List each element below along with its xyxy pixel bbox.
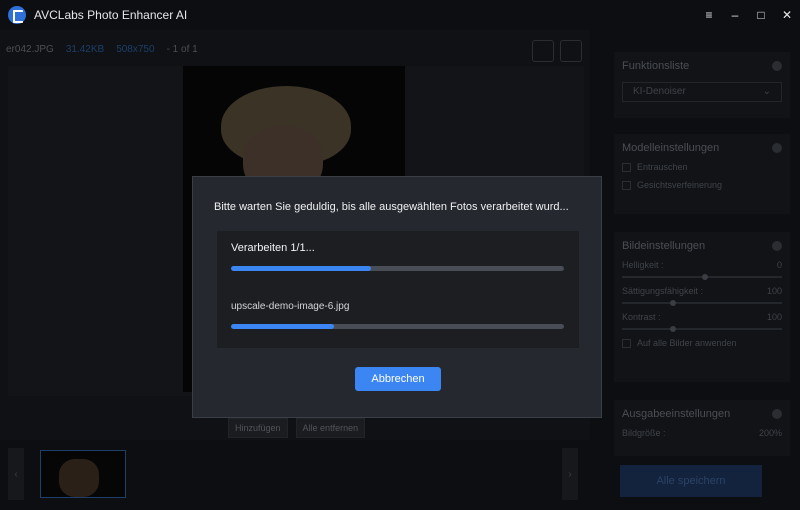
slider-knob[interactable] — [702, 274, 708, 280]
image-dimensions: 508x750 — [116, 44, 155, 55]
chevron-right-icon[interactable]: › — [562, 448, 578, 500]
crop-icon[interactable] — [532, 40, 554, 62]
cancel-button[interactable]: Abbrechen — [355, 367, 441, 391]
add-button[interactable]: Hinzufügen — [228, 418, 288, 438]
file-name-label: upscale-demo-image-6.jpg — [231, 301, 350, 312]
size-value[interactable]: 200% — [759, 428, 782, 438]
model-dropdown[interactable]: KI-Denoiser ⌄ — [622, 82, 782, 102]
brightness-value: 0 — [776, 260, 782, 270]
window-controls: ≡ – □ ✕ — [696, 0, 800, 30]
image-settings-panel: Bildeinstellungen Helligkeit : 0 Sättigu… — [614, 232, 790, 382]
dialog-title: Bitte warten Sie geduldig, bis alle ausg… — [214, 201, 569, 213]
chevron-left-icon[interactable]: ‹ — [8, 448, 24, 500]
model-settings-title: Modelleinstellungen — [622, 142, 720, 154]
function-list-panel: Funktionsliste KI-Denoiser ⌄ — [614, 52, 790, 118]
help-icon[interactable] — [772, 61, 782, 71]
help-icon[interactable] — [772, 409, 782, 419]
file-progress-bar — [231, 324, 564, 329]
thumbnail-strip: ‹ › — [0, 440, 590, 510]
chevron-down-icon: ⌄ — [762, 86, 771, 97]
contrast-slider[interactable] — [622, 326, 782, 332]
contrast-label: Kontrast : — [622, 312, 661, 322]
help-icon[interactable] — [772, 241, 782, 251]
app-title: AVCLabs Photo Enhancer AI — [34, 8, 188, 22]
slider-knob[interactable] — [670, 300, 676, 306]
processing-dialog: Bitte warten Sie geduldig, bis alle ausg… — [192, 176, 602, 418]
overall-progress-fill — [231, 266, 371, 271]
output-settings-panel: Ausgabeeinstellungen Bildgröße : 200% — [614, 400, 790, 456]
minimize-icon[interactable]: – — [722, 0, 748, 30]
remove-all-button[interactable]: Alle entfernen — [295, 418, 366, 438]
image-settings-title: Bildeinstellungen — [622, 240, 706, 252]
image-filesize: 31.42KB — [65, 44, 105, 55]
saturation-value: 100 — [766, 286, 782, 296]
menu-icon[interactable]: ≡ — [696, 0, 722, 30]
slider-knob[interactable] — [670, 326, 676, 332]
view-icons — [532, 40, 582, 62]
brightness-row: Helligkeit : 0 — [622, 260, 782, 270]
apply-all-label: Auf alle Bilder anwenden — [637, 338, 737, 348]
overall-progress-bar — [231, 266, 564, 271]
saturation-row: Sättigungsfähigkeit : 100 — [622, 286, 782, 296]
contrast-value: 100 — [766, 312, 782, 322]
title-bar: AVCLabs Photo Enhancer AI ≡ – □ ✕ — [0, 0, 800, 30]
image-page: - 1 of 1 — [166, 44, 198, 55]
thumbnail-item[interactable] — [40, 450, 126, 498]
app-logo-icon — [8, 6, 26, 24]
function-list-title: Funktionsliste — [622, 60, 690, 72]
option-denoise[interactable]: Entrauschen — [622, 162, 782, 172]
checkbox[interactable] — [622, 180, 631, 190]
image-info-bar: er042.JPG 31.42KB 508x750 - 1 of 1 — [6, 44, 198, 55]
checkbox[interactable] — [622, 162, 631, 172]
eye-icon[interactable] — [560, 40, 582, 62]
thumbnail-actions: Hinzufügen Alle entfernen — [228, 418, 366, 438]
option-face-refine-label: Gesichtsverfeinerung — [637, 180, 723, 190]
saturation-slider[interactable] — [622, 300, 782, 306]
model-dropdown-value: KI-Denoiser — [633, 86, 686, 97]
close-icon[interactable]: ✕ — [774, 0, 800, 30]
saturation-label: Sättigungsfähigkeit : — [622, 286, 704, 296]
help-icon[interactable] — [772, 143, 782, 153]
output-settings-title: Ausgabeeinstellungen — [622, 408, 731, 420]
size-label: Bildgröße : — [622, 428, 666, 438]
option-face-refine[interactable]: Gesichtsverfeinerung — [622, 180, 782, 190]
option-denoise-label: Entrauschen — [637, 162, 688, 172]
apply-all-option[interactable]: Auf alle Bilder anwenden — [622, 338, 782, 348]
model-settings-panel: Modelleinstellungen Entrauschen Gesichts… — [614, 134, 790, 214]
file-progress-fill — [231, 324, 335, 329]
maximize-icon[interactable]: □ — [748, 0, 774, 30]
image-filename: er042.JPG — [6, 44, 54, 55]
thumbnail-image — [59, 459, 99, 497]
brightness-slider[interactable] — [622, 274, 782, 280]
contrast-row: Kontrast : 100 — [622, 312, 782, 322]
size-row: Bildgröße : 200% — [622, 428, 782, 438]
save-all-button[interactable]: Alle speichern — [620, 465, 762, 497]
checkbox[interactable] — [622, 338, 631, 348]
sidebar: Funktionsliste KI-Denoiser ⌄ Modelleinst… — [590, 30, 800, 510]
brightness-label: Helligkeit : — [622, 260, 664, 270]
processing-label: Verarbeiten 1/1... — [231, 242, 315, 254]
progress-panel: Verarbeiten 1/1... upscale-demo-image-6.… — [217, 231, 579, 348]
